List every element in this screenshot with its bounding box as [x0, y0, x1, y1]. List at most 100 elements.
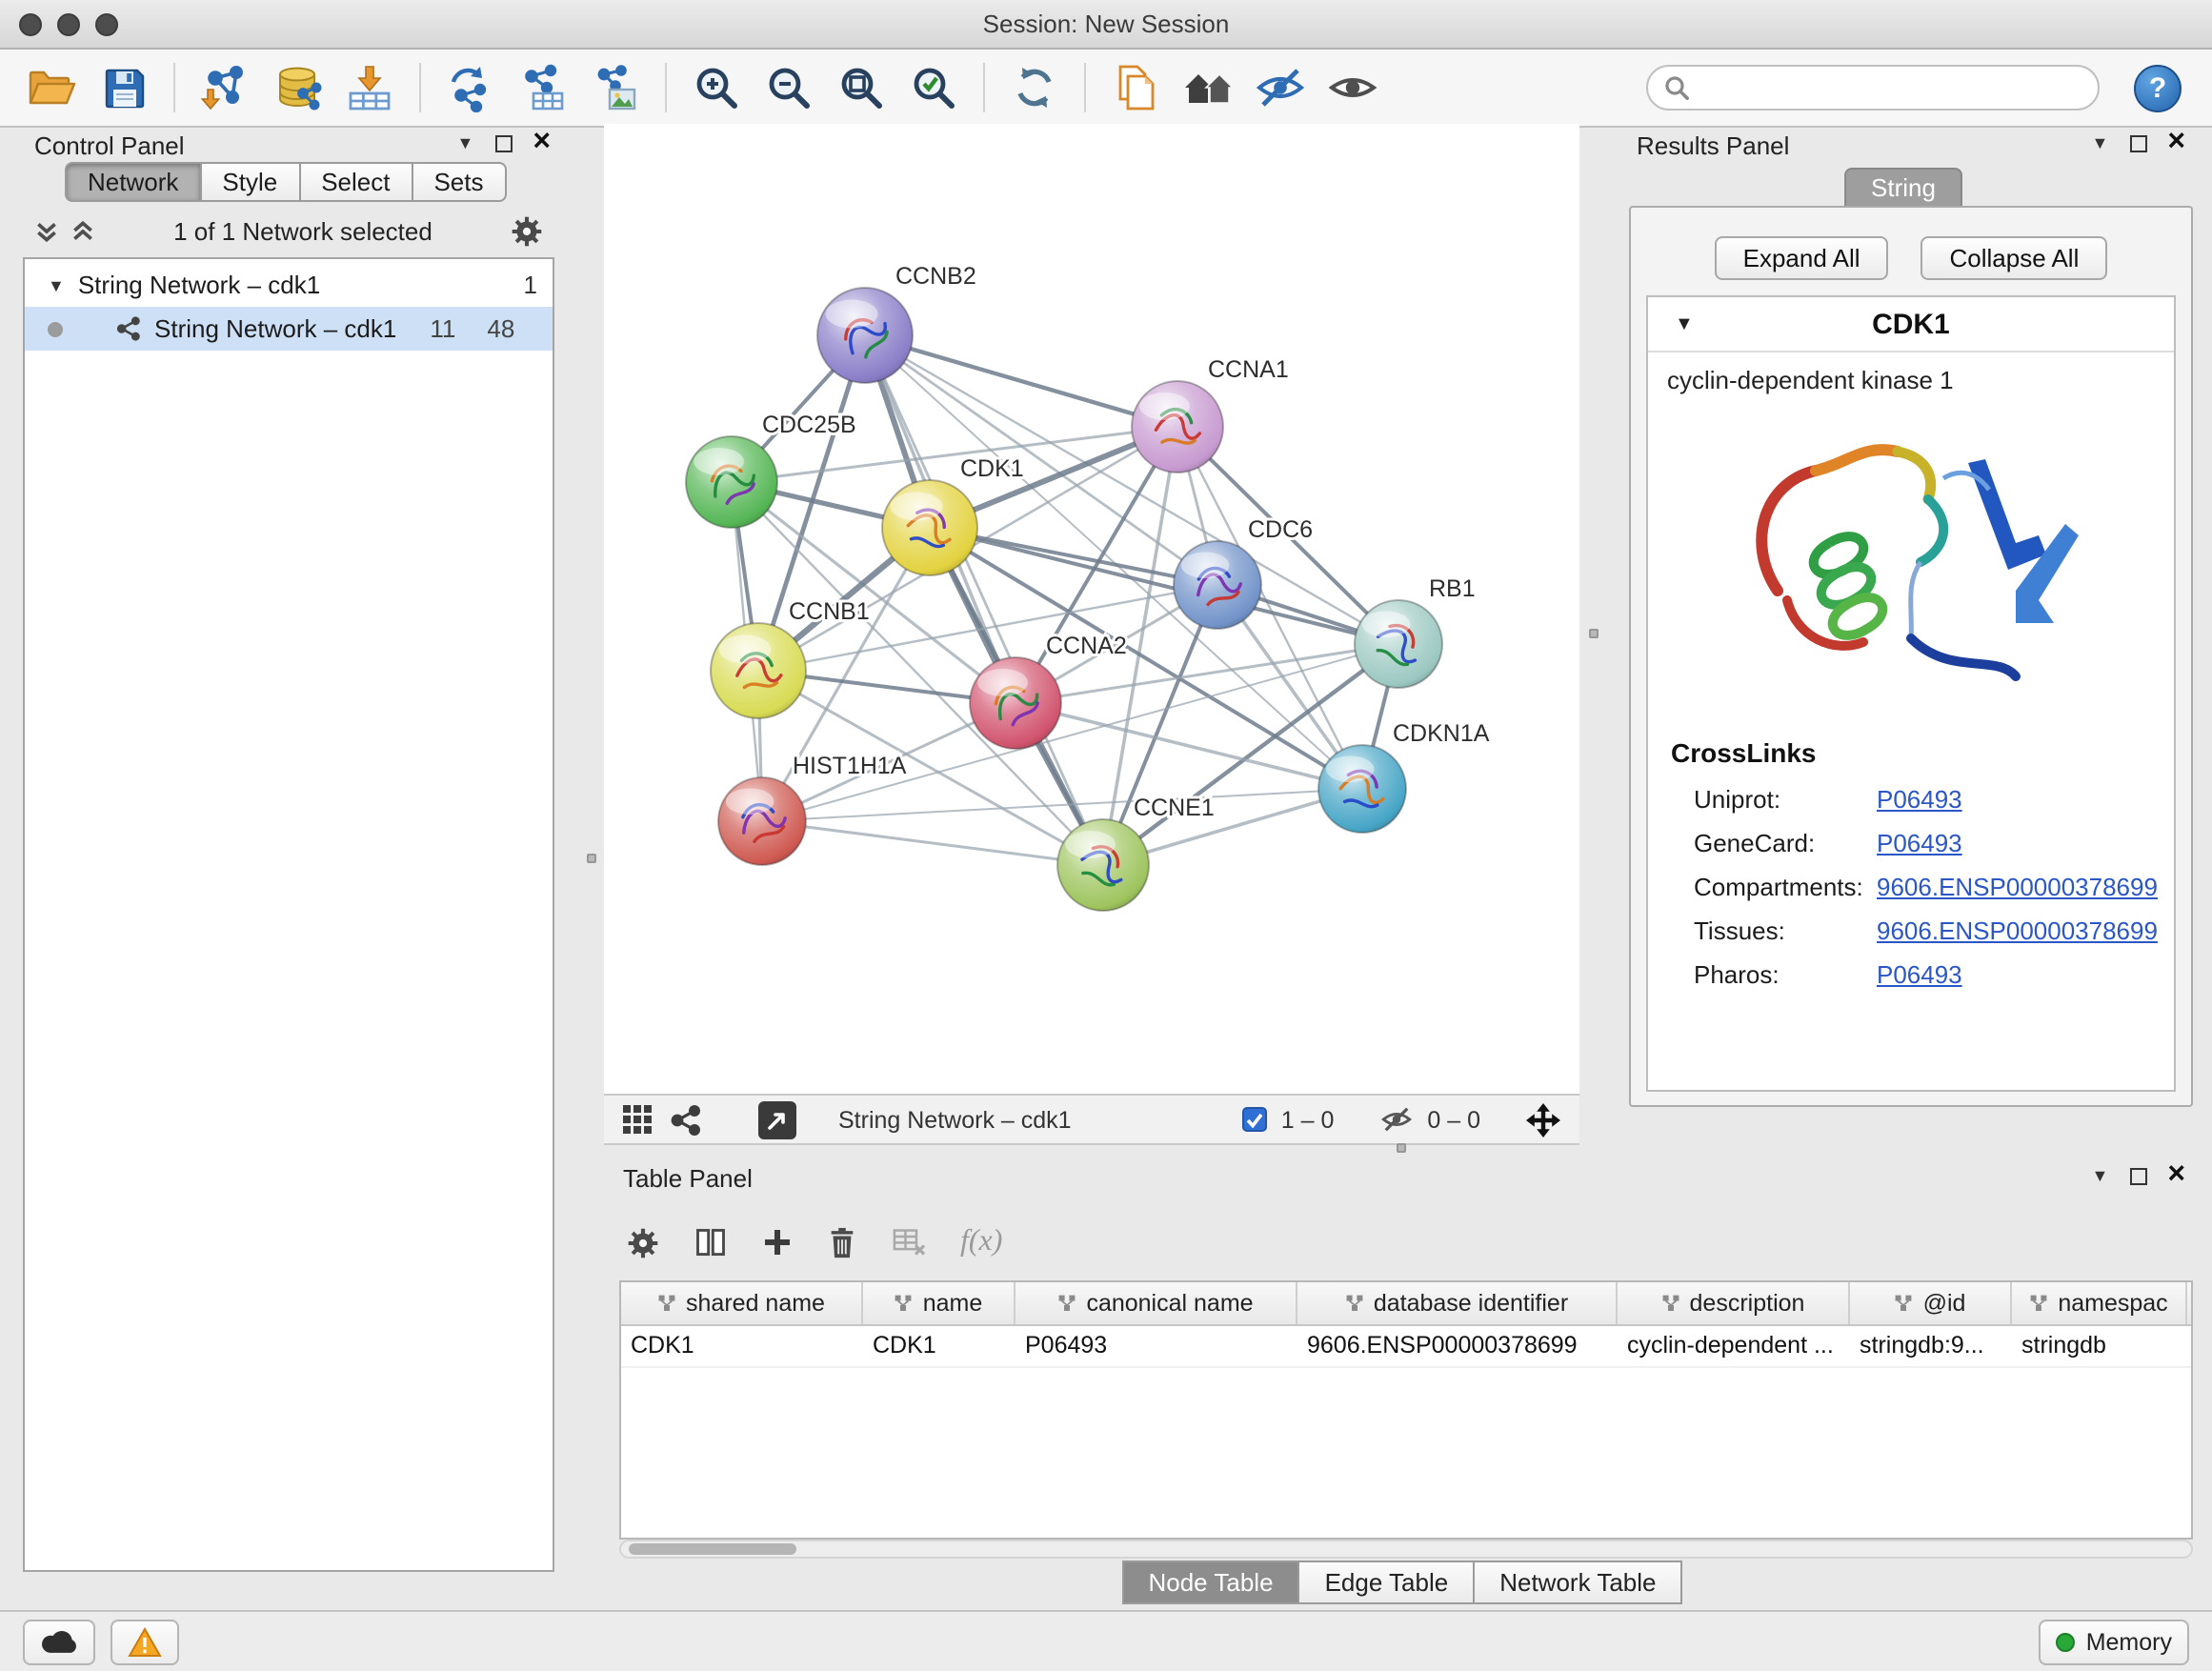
import-network-file-button[interactable] [192, 55, 257, 120]
panel-minimize-icon[interactable]: ▼ [2091, 133, 2108, 152]
eye-slash-icon [1254, 65, 1307, 111]
control-panel-tabs: Network Style Select Sets [65, 162, 507, 202]
new-network-from-selection-button[interactable] [438, 55, 503, 120]
edge-CCNB2-CCNA1[interactable] [865, 335, 1177, 427]
table-settings-gear-icon[interactable] [627, 1226, 659, 1258]
expand-all-icon[interactable] [70, 218, 95, 243]
tree-row-network[interactable]: String Network – cdk1 11 48 [25, 307, 553, 351]
delete-column-trash-icon[interactable] [827, 1226, 857, 1258]
titlebar: Session: New Session [0, 0, 2212, 50]
column-header-shared-name[interactable]: shared name [621, 1282, 863, 1324]
expand-all-button[interactable]: Expand All [1715, 236, 1889, 280]
show-columns-icon[interactable] [694, 1225, 728, 1259]
show-graphics-details-button[interactable] [1320, 55, 1385, 120]
gear-icon[interactable] [511, 214, 543, 247]
panel-close-icon[interactable]: × [2167, 1164, 2185, 1187]
export-image-button[interactable] [583, 55, 648, 120]
save-session-button[interactable] [91, 55, 156, 120]
cell-description[interactable]: cyclin-dependent ... [1618, 1326, 1850, 1366]
tab-edge-table[interactable]: Edge Table [1300, 1560, 1476, 1604]
zoom-selected-button[interactable] [901, 55, 966, 120]
disclosure-triangle-icon[interactable]: ▼ [1675, 313, 1694, 334]
node-label-CCNE1: CCNE1 [1134, 795, 1215, 821]
protein-card-header[interactable]: ▼ CDK1 [1648, 297, 2174, 352]
results-tab-string[interactable]: String [1844, 168, 1962, 206]
edge-CCNB2-CCNE1[interactable] [865, 335, 1103, 865]
zoom-out-button[interactable] [756, 55, 821, 120]
function-builder-icon[interactable]: f(x) [960, 1225, 1002, 1259]
panel-close-icon[interactable]: × [533, 131, 551, 154]
cell-name[interactable]: CDK1 [863, 1326, 1016, 1366]
window-title: Session: New Session [0, 10, 2212, 38]
cell-canonical-name[interactable]: P06493 [1016, 1326, 1297, 1366]
cell-database-identifier[interactable]: 9606.ENSP00000378699 [1297, 1326, 1618, 1366]
scrollbar-thumb[interactable] [629, 1543, 796, 1555]
cell-namespac[interactable]: stringdb [2012, 1326, 2187, 1366]
tab-sets[interactable]: Sets [412, 162, 506, 202]
eye-icon [1326, 65, 1379, 111]
column-header-namespac[interactable]: namespac [2012, 1282, 2187, 1324]
table-horizontal-scrollbar[interactable] [619, 1540, 2193, 1559]
column-header-database-identifier[interactable]: database identifier [1297, 1282, 1618, 1324]
cloud-status-button[interactable] [23, 1619, 95, 1664]
table-row[interactable]: CDK1CDK1P064939606.ENSP00000378699cyclin… [621, 1326, 2191, 1368]
grid-view-icon[interactable] [623, 1105, 652, 1134]
cell-shared-name[interactable]: CDK1 [621, 1326, 863, 1366]
hide-selected-button[interactable] [1248, 55, 1313, 120]
column-header-name[interactable]: name [863, 1282, 1016, 1324]
panel-float-icon[interactable] [2129, 135, 2146, 152]
tab-network[interactable]: Network [65, 162, 201, 202]
pan-crosshair-icon[interactable] [1526, 1102, 1560, 1137]
selection-checkbox[interactable] [1243, 1107, 1268, 1132]
string-home-button[interactable] [1176, 55, 1240, 120]
right-splitter-handle[interactable] [1589, 629, 1599, 638]
column-header-canonical-name[interactable]: canonical name [1016, 1282, 1297, 1324]
column-header-label: canonical name [1086, 1290, 1253, 1317]
import-table-button[interactable] [337, 55, 402, 120]
cell--id[interactable]: stringdb:9... [1850, 1326, 2012, 1366]
zoom-in-icon [692, 63, 741, 112]
open-session-button[interactable] [19, 55, 84, 120]
panel-minimize-icon[interactable]: ▼ [2091, 1166, 2108, 1185]
memory-button[interactable]: Memory [2039, 1619, 2189, 1664]
search-input[interactable] [1701, 74, 2082, 101]
network-graph[interactable]: CCNB2CCNA1CDC25BCDK1CDC6RB1CCNB1CCNA2CDK… [604, 124, 1579, 1094]
copy-document-button[interactable] [1103, 55, 1168, 120]
crosslink-value-link[interactable]: 9606.ENSP00000378699 [1877, 916, 2158, 945]
column-header-description[interactable]: description [1618, 1282, 1850, 1324]
warnings-button[interactable] [111, 1619, 179, 1664]
edge-RB1-HIST1H1A[interactable] [762, 644, 1398, 821]
network-table-button[interactable] [511, 55, 575, 120]
collapse-all-button[interactable]: Collapse All [1921, 236, 2108, 280]
disclosure-triangle-icon[interactable]: ▼ [48, 275, 65, 294]
panel-float-icon[interactable] [494, 135, 512, 152]
refresh-button[interactable] [1002, 55, 1067, 120]
panel-float-icon[interactable] [2129, 1168, 2146, 1185]
edge-HIST1H1A-CCNE1[interactable] [762, 821, 1103, 865]
collapse-all-icon[interactable] [34, 218, 59, 243]
network-view-icon[interactable] [671, 1104, 701, 1135]
global-search-box[interactable] [1646, 65, 2100, 111]
panel-close-icon[interactable]: × [2167, 131, 2185, 154]
left-splitter-handle[interactable] [587, 854, 596, 863]
tab-select[interactable]: Select [300, 162, 412, 202]
panel-minimize-icon[interactable]: ▼ [456, 133, 473, 152]
zoom-in-button[interactable] [684, 55, 749, 120]
crosslink-value-link[interactable]: P06493 [1877, 785, 1962, 814]
tab-style[interactable]: Style [201, 162, 300, 202]
bottom-splitter-handle[interactable] [1397, 1143, 1406, 1153]
tab-node-table[interactable]: Node Table [1121, 1560, 1299, 1604]
crosslink-value-link[interactable]: P06493 [1877, 829, 1962, 857]
zoom-fit-button[interactable] [829, 55, 894, 120]
crosslink-value-link[interactable]: P06493 [1877, 960, 1962, 989]
crosslink-value-link[interactable]: 9606.ENSP00000378699 [1877, 873, 2158, 901]
add-column-plus-icon[interactable] [762, 1227, 793, 1258]
column-header--id[interactable]: @id [1850, 1282, 2012, 1324]
birdseye-view-button[interactable] [758, 1100, 796, 1138]
tree-row-network-collection[interactable]: ▼ String Network – cdk1 1 [25, 263, 553, 307]
tab-network-table[interactable]: Network Table [1475, 1560, 1682, 1604]
network-canvas[interactable]: CCNB2CCNA1CDC25BCDK1CDC6RB1CCNB1CCNA2CDK… [604, 124, 1579, 1094]
import-network-database-button[interactable] [265, 55, 330, 120]
memory-status-dot [2056, 1632, 2075, 1651]
help-button[interactable]: ? [2134, 64, 2182, 111]
